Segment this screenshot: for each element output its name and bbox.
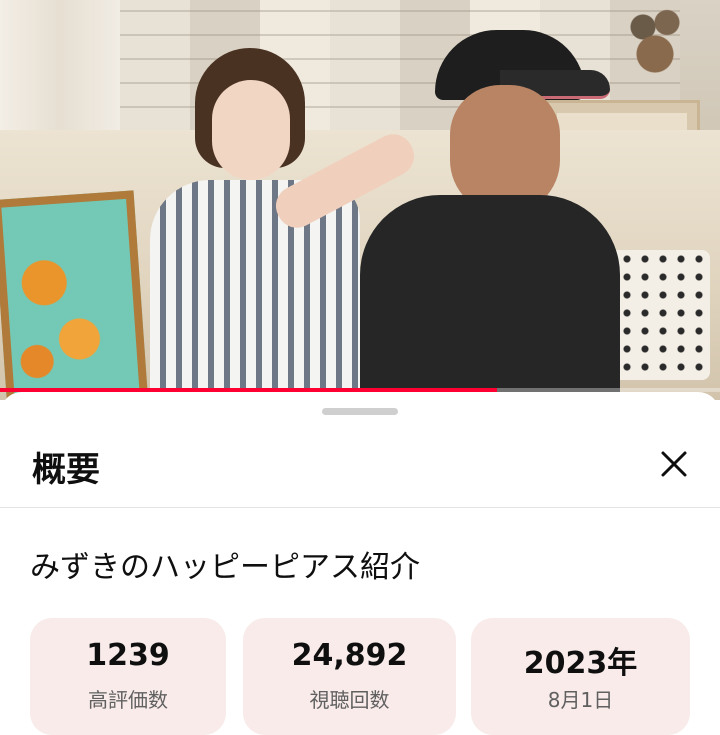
likes-label: 高評価数 (88, 688, 168, 712)
close-button[interactable] (648, 438, 700, 490)
plant (625, 0, 685, 90)
description-sheet: 概要 みずきのハッピーピアス紹介 1239 高評価数 24,892 視聴回数 2… (0, 392, 720, 735)
upload-year: 2023年 (523, 646, 638, 681)
sunflower-cushion (0, 190, 149, 400)
views-count: 24,892 (291, 638, 408, 673)
divider (0, 507, 720, 508)
views-stat[interactable]: 24,892 視聴回数 (243, 618, 456, 735)
drag-handle[interactable] (322, 408, 398, 415)
likes-count: 1239 (86, 638, 170, 673)
video-player[interactable] (0, 0, 720, 400)
close-icon (661, 451, 687, 477)
upload-date: 8月1日 (547, 688, 614, 712)
woman-figure (150, 40, 422, 400)
stats-row: 1239 高評価数 24,892 視聴回数 2023年 8月1日 (30, 618, 690, 735)
views-label: 視聴回数 (309, 688, 390, 712)
video-title: みずきのハッピーピアス紹介 (30, 550, 420, 585)
date-stat[interactable]: 2023年 8月1日 (471, 618, 690, 735)
man-figure (350, 30, 620, 400)
likes-stat[interactable]: 1239 高評価数 (30, 618, 226, 735)
sheet-title: 概要 (32, 450, 100, 490)
